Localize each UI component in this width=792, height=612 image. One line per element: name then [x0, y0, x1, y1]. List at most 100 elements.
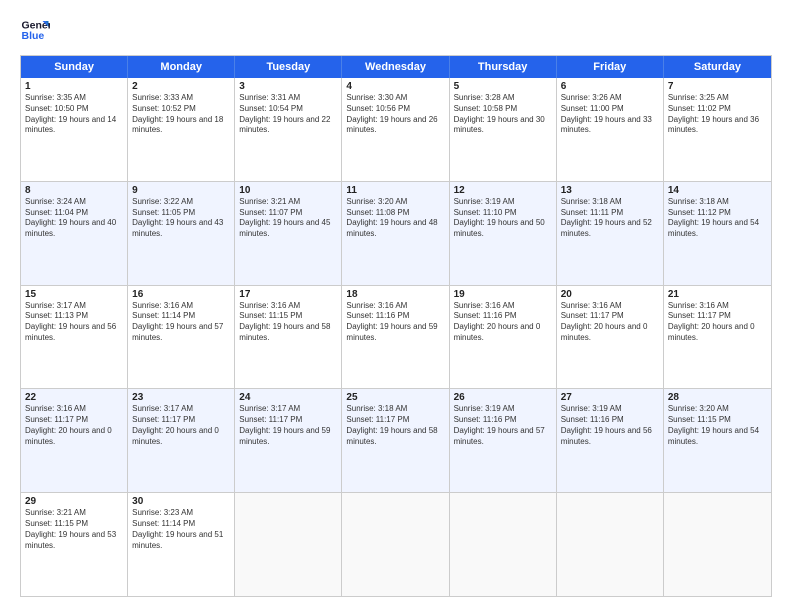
day-number: 12 [454, 185, 552, 196]
day-number: 4 [346, 81, 444, 92]
cell-info: Sunrise: 3:35 AM Sunset: 10:50 PM Daylig… [25, 93, 123, 136]
day-number: 30 [132, 496, 230, 507]
cell-info: Sunrise: 3:18 AM Sunset: 11:17 PM Daylig… [346, 404, 444, 447]
header-cell-tuesday: Tuesday [235, 56, 342, 78]
calendar-week-2: 15Sunrise: 3:17 AM Sunset: 11:13 PM Dayl… [21, 286, 771, 390]
cell-info: Sunrise: 3:28 AM Sunset: 10:58 PM Daylig… [454, 93, 552, 136]
calendar: SundayMondayTuesdayWednesdayThursdayFrid… [20, 55, 772, 597]
calendar-cell: 28Sunrise: 3:20 AM Sunset: 11:15 PM Dayl… [664, 389, 771, 492]
calendar-cell [450, 493, 557, 596]
header: General Blue [20, 15, 772, 45]
calendar-cell: 19Sunrise: 3:16 AM Sunset: 11:16 PM Dayl… [450, 286, 557, 389]
day-number: 28 [668, 392, 767, 403]
header-cell-monday: Monday [128, 56, 235, 78]
day-number: 18 [346, 289, 444, 300]
day-number: 21 [668, 289, 767, 300]
cell-info: Sunrise: 3:16 AM Sunset: 11:17 PM Daylig… [25, 404, 123, 447]
header-cell-thursday: Thursday [450, 56, 557, 78]
header-cell-sunday: Sunday [21, 56, 128, 78]
day-number: 3 [239, 81, 337, 92]
day-number: 11 [346, 185, 444, 196]
calendar-cell: 9Sunrise: 3:22 AM Sunset: 11:05 PM Dayli… [128, 182, 235, 285]
day-number: 13 [561, 185, 659, 196]
logo: General Blue [20, 15, 50, 45]
page: General Blue SundayMondayTuesdayWednesda… [0, 0, 792, 612]
day-number: 16 [132, 289, 230, 300]
calendar-cell: 4Sunrise: 3:30 AM Sunset: 10:56 PM Dayli… [342, 78, 449, 181]
calendar-cell: 15Sunrise: 3:17 AM Sunset: 11:13 PM Dayl… [21, 286, 128, 389]
day-number: 17 [239, 289, 337, 300]
day-number: 1 [25, 81, 123, 92]
logo-icon: General Blue [20, 15, 50, 45]
day-number: 5 [454, 81, 552, 92]
cell-info: Sunrise: 3:33 AM Sunset: 10:52 PM Daylig… [132, 93, 230, 136]
calendar-cell: 14Sunrise: 3:18 AM Sunset: 11:12 PM Dayl… [664, 182, 771, 285]
cell-info: Sunrise: 3:21 AM Sunset: 11:07 PM Daylig… [239, 197, 337, 240]
day-number: 15 [25, 289, 123, 300]
header-cell-friday: Friday [557, 56, 664, 78]
cell-info: Sunrise: 3:20 AM Sunset: 11:15 PM Daylig… [668, 404, 767, 447]
calendar-cell: 30Sunrise: 3:23 AM Sunset: 11:14 PM Dayl… [128, 493, 235, 596]
cell-info: Sunrise: 3:16 AM Sunset: 11:14 PM Daylig… [132, 301, 230, 344]
calendar-cell: 12Sunrise: 3:19 AM Sunset: 11:10 PM Dayl… [450, 182, 557, 285]
calendar-week-3: 22Sunrise: 3:16 AM Sunset: 11:17 PM Dayl… [21, 389, 771, 493]
cell-info: Sunrise: 3:20 AM Sunset: 11:08 PM Daylig… [346, 197, 444, 240]
calendar-cell: 26Sunrise: 3:19 AM Sunset: 11:16 PM Dayl… [450, 389, 557, 492]
svg-text:Blue: Blue [22, 30, 45, 42]
calendar-cell: 5Sunrise: 3:28 AM Sunset: 10:58 PM Dayli… [450, 78, 557, 181]
cell-info: Sunrise: 3:18 AM Sunset: 11:12 PM Daylig… [668, 197, 767, 240]
day-number: 10 [239, 185, 337, 196]
calendar-cell: 21Sunrise: 3:16 AM Sunset: 11:17 PM Dayl… [664, 286, 771, 389]
calendar-cell: 22Sunrise: 3:16 AM Sunset: 11:17 PM Dayl… [21, 389, 128, 492]
calendar-header-row: SundayMondayTuesdayWednesdayThursdayFrid… [21, 56, 771, 78]
day-number: 22 [25, 392, 123, 403]
calendar-cell: 3Sunrise: 3:31 AM Sunset: 10:54 PM Dayli… [235, 78, 342, 181]
cell-info: Sunrise: 3:16 AM Sunset: 11:16 PM Daylig… [454, 301, 552, 344]
cell-info: Sunrise: 3:18 AM Sunset: 11:11 PM Daylig… [561, 197, 659, 240]
cell-info: Sunrise: 3:26 AM Sunset: 11:00 PM Daylig… [561, 93, 659, 136]
calendar-cell: 18Sunrise: 3:16 AM Sunset: 11:16 PM Dayl… [342, 286, 449, 389]
day-number: 8 [25, 185, 123, 196]
day-number: 27 [561, 392, 659, 403]
cell-info: Sunrise: 3:17 AM Sunset: 11:13 PM Daylig… [25, 301, 123, 344]
day-number: 6 [561, 81, 659, 92]
header-cell-saturday: Saturday [664, 56, 771, 78]
cell-info: Sunrise: 3:30 AM Sunset: 10:56 PM Daylig… [346, 93, 444, 136]
day-number: 20 [561, 289, 659, 300]
day-number: 14 [668, 185, 767, 196]
cell-info: Sunrise: 3:17 AM Sunset: 11:17 PM Daylig… [239, 404, 337, 447]
calendar-cell: 10Sunrise: 3:21 AM Sunset: 11:07 PM Dayl… [235, 182, 342, 285]
cell-info: Sunrise: 3:19 AM Sunset: 11:16 PM Daylig… [454, 404, 552, 447]
cell-info: Sunrise: 3:16 AM Sunset: 11:16 PM Daylig… [346, 301, 444, 344]
calendar-cell [664, 493, 771, 596]
cell-info: Sunrise: 3:22 AM Sunset: 11:05 PM Daylig… [132, 197, 230, 240]
cell-info: Sunrise: 3:25 AM Sunset: 11:02 PM Daylig… [668, 93, 767, 136]
calendar-cell: 27Sunrise: 3:19 AM Sunset: 11:16 PM Dayl… [557, 389, 664, 492]
calendar-cell: 24Sunrise: 3:17 AM Sunset: 11:17 PM Dayl… [235, 389, 342, 492]
day-number: 25 [346, 392, 444, 403]
calendar-cell: 6Sunrise: 3:26 AM Sunset: 11:00 PM Dayli… [557, 78, 664, 181]
cell-info: Sunrise: 3:19 AM Sunset: 11:16 PM Daylig… [561, 404, 659, 447]
cell-info: Sunrise: 3:17 AM Sunset: 11:17 PM Daylig… [132, 404, 230, 447]
calendar-cell: 8Sunrise: 3:24 AM Sunset: 11:04 PM Dayli… [21, 182, 128, 285]
cell-info: Sunrise: 3:16 AM Sunset: 11:17 PM Daylig… [668, 301, 767, 344]
cell-info: Sunrise: 3:16 AM Sunset: 11:15 PM Daylig… [239, 301, 337, 344]
calendar-cell [342, 493, 449, 596]
calendar-cell [235, 493, 342, 596]
day-number: 9 [132, 185, 230, 196]
cell-info: Sunrise: 3:23 AM Sunset: 11:14 PM Daylig… [132, 508, 230, 551]
calendar-cell: 20Sunrise: 3:16 AM Sunset: 11:17 PM Dayl… [557, 286, 664, 389]
calendar-cell: 2Sunrise: 3:33 AM Sunset: 10:52 PM Dayli… [128, 78, 235, 181]
cell-info: Sunrise: 3:21 AM Sunset: 11:15 PM Daylig… [25, 508, 123, 551]
calendar-cell: 11Sunrise: 3:20 AM Sunset: 11:08 PM Dayl… [342, 182, 449, 285]
cell-info: Sunrise: 3:19 AM Sunset: 11:10 PM Daylig… [454, 197, 552, 240]
day-number: 23 [132, 392, 230, 403]
calendar-cell: 13Sunrise: 3:18 AM Sunset: 11:11 PM Dayl… [557, 182, 664, 285]
cell-info: Sunrise: 3:16 AM Sunset: 11:17 PM Daylig… [561, 301, 659, 344]
header-cell-wednesday: Wednesday [342, 56, 449, 78]
day-number: 24 [239, 392, 337, 403]
calendar-week-1: 8Sunrise: 3:24 AM Sunset: 11:04 PM Dayli… [21, 182, 771, 286]
day-number: 2 [132, 81, 230, 92]
day-number: 7 [668, 81, 767, 92]
calendar-cell: 17Sunrise: 3:16 AM Sunset: 11:15 PM Dayl… [235, 286, 342, 389]
